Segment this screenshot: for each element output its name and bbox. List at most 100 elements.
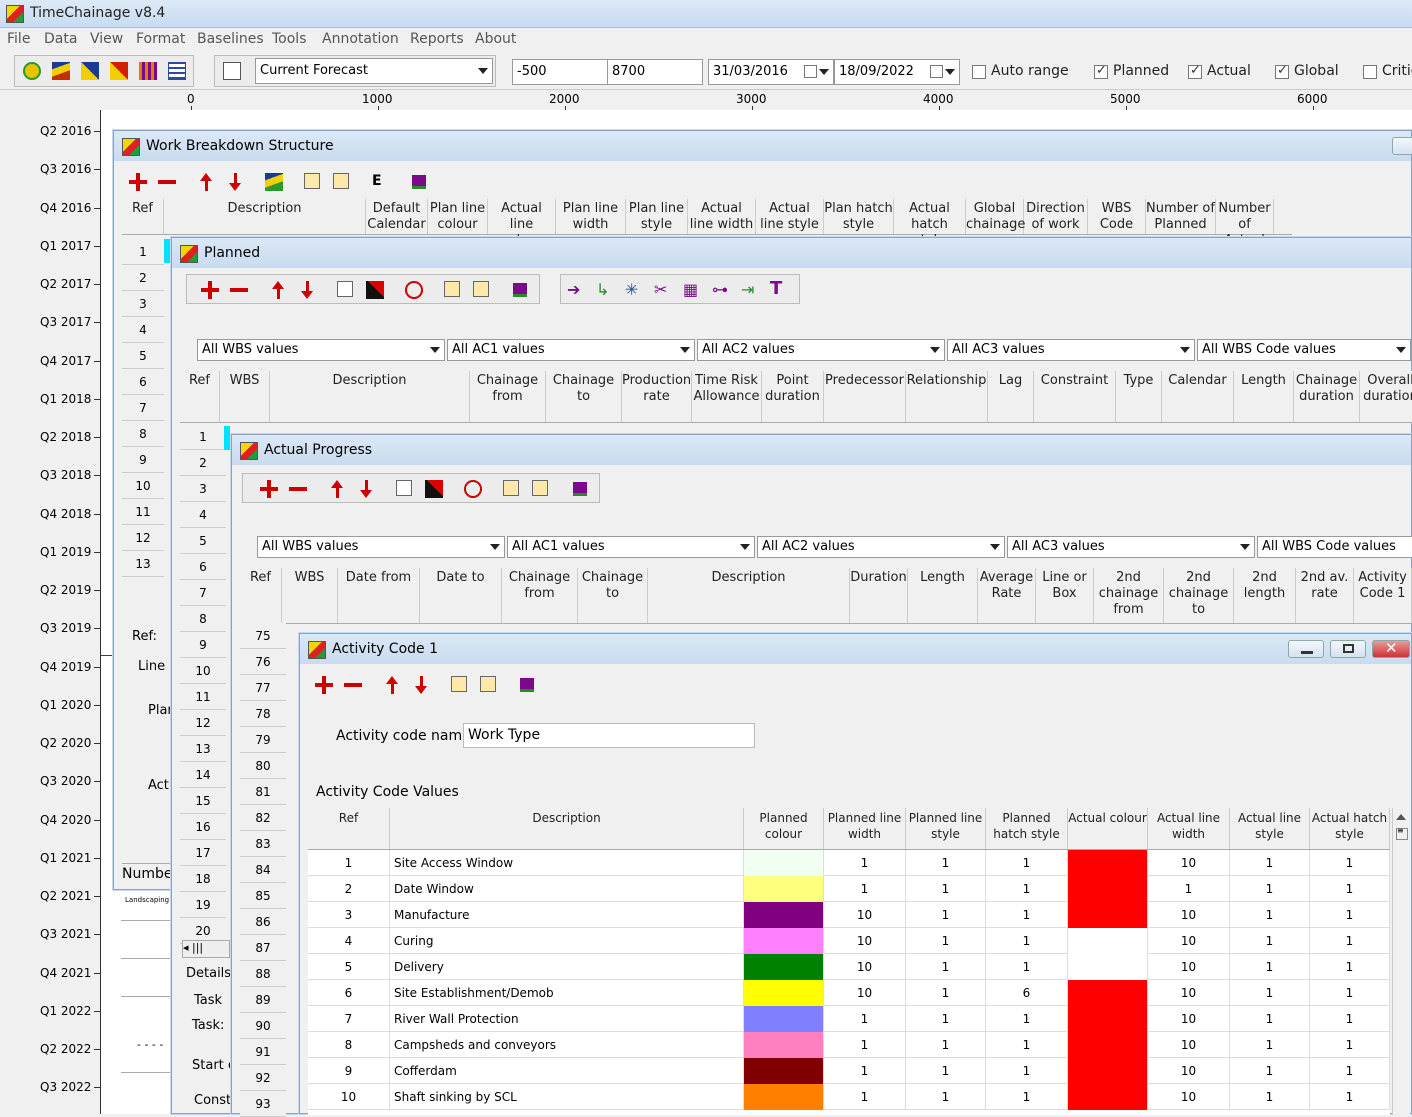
column-header[interactable]: Lag	[988, 371, 1034, 422]
row-header[interactable]: 9	[122, 447, 164, 473]
remove-icon[interactable]	[344, 676, 362, 694]
row-header[interactable]: 11	[180, 684, 226, 710]
ac-table-row[interactable]: 3 Manufacture 10 1 1 10 1 1	[308, 902, 1390, 928]
actual-colour-swatch[interactable]	[1068, 850, 1148, 876]
calendar-icon[interactable]	[168, 62, 186, 80]
ac-cell-ref[interactable]: 4	[308, 928, 390, 954]
filter-select[interactable]: All WBS values	[257, 536, 505, 558]
ac-cell-pw[interactable]: 1	[824, 1058, 906, 1084]
ac-cell-as[interactable]: 1	[1230, 1006, 1310, 1032]
ac-cell-ref[interactable]: 8	[308, 1032, 390, 1058]
copy-rows-icon[interactable]	[451, 676, 467, 692]
scroll-up-icon[interactable]	[1396, 814, 1406, 820]
row-header[interactable]: 85	[240, 883, 286, 909]
planned-colour-swatch[interactable]	[744, 980, 824, 1006]
row-header[interactable]: 13	[180, 736, 226, 762]
planned-colour-swatch[interactable]	[744, 1006, 824, 1032]
maximize-button[interactable]	[1330, 640, 1366, 658]
row-header[interactable]: 4	[180, 502, 226, 528]
ac-cell-aw[interactable]: 10	[1148, 1006, 1230, 1032]
column-header[interactable]: Ref	[240, 568, 282, 623]
arrow-right-icon[interactable]: ➔	[567, 280, 585, 299]
row-header[interactable]: 18	[180, 866, 226, 892]
remove-icon[interactable]	[158, 173, 176, 191]
ac-cell-ref[interactable]: 9	[308, 1058, 390, 1084]
actual-colour-swatch[interactable]	[1068, 928, 1148, 954]
ac-cell-ph[interactable]: 1	[986, 1006, 1068, 1032]
ac-cell-desc[interactable]: Shaft sinking by SCL	[390, 1084, 744, 1110]
indent-icon[interactable]: E	[372, 173, 390, 191]
move-up-icon[interactable]	[269, 281, 287, 299]
ac-cell-ah[interactable]: 1	[1310, 1058, 1390, 1084]
column-header[interactable]: 2nd chainage from	[1094, 568, 1164, 623]
ac-cell-aw[interactable]: 10	[1148, 1084, 1230, 1110]
global-checkbox[interactable]	[1275, 63, 1289, 79]
menu-item-reports[interactable]: Reports	[410, 31, 464, 47]
copy-rows-icon[interactable]	[503, 480, 519, 496]
column-header[interactable]: Chainage to	[546, 371, 622, 422]
move-down-icon[interactable]	[412, 676, 430, 694]
column-header[interactable]: Activity Code 1	[1354, 568, 1412, 623]
date-to-picker[interactable]: 18/09/2022	[834, 59, 960, 85]
row-header[interactable]: 3	[122, 291, 164, 317]
connector-icon[interactable]: ⊶	[712, 280, 730, 299]
column-header[interactable]: Ref	[122, 199, 164, 234]
ac-cell-ps[interactable]: 1	[906, 876, 986, 902]
column-header[interactable]: Predecessor	[824, 371, 906, 422]
format-icon[interactable]	[573, 482, 587, 496]
ac-cell-pw[interactable]: 10	[824, 954, 906, 980]
horizontal-scrollbar[interactable]: ◂ |||	[182, 940, 230, 958]
ac-cell-ph[interactable]: 1	[986, 1084, 1068, 1110]
column-header[interactable]: Description	[270, 371, 470, 422]
planned-titlebar[interactable]: Planned	[172, 238, 1411, 268]
copy-icon[interactable]	[337, 281, 353, 297]
filter-select[interactable]: All WBS values	[197, 339, 445, 361]
column-header[interactable]: Actual line colour	[488, 199, 556, 248]
ac-cell-ref[interactable]: 1	[308, 850, 390, 876]
ac-cell-desc[interactable]: Curing	[390, 928, 744, 954]
ac-cell-pw[interactable]: 1	[824, 1032, 906, 1058]
column-header[interactable]: Line or Box	[1036, 568, 1094, 623]
ac-cell-desc[interactable]: Site Access Window	[390, 850, 744, 876]
add-icon[interactable]	[260, 480, 278, 498]
range-from-input[interactable]: -500	[512, 59, 608, 85]
ac-cell-aw[interactable]: 10	[1148, 850, 1230, 876]
ac-cell-ps[interactable]: 1	[906, 1058, 986, 1084]
row-header[interactable]: 14	[180, 762, 226, 788]
ac-cell-ah[interactable]: 1	[1310, 954, 1390, 980]
column-header[interactable]: WBS	[220, 371, 270, 422]
column-header[interactable]: WBS	[282, 568, 338, 623]
row-header[interactable]: 82	[240, 805, 286, 831]
ac-column-header[interactable]: Description	[390, 808, 744, 849]
row-header[interactable]: 8	[180, 606, 226, 632]
ac-cell-ph[interactable]: 1	[986, 850, 1068, 876]
ac-cell-ah[interactable]: 1	[1310, 928, 1390, 954]
ac-cell-pw[interactable]: 10	[824, 980, 906, 1006]
planned-colour-swatch[interactable]	[744, 876, 824, 902]
ac-table-row[interactable]: 10 Shaft sinking by SCL 1 1 1 10 1 1	[308, 1084, 1390, 1110]
ac-cell-as[interactable]: 1	[1230, 928, 1310, 954]
actual-colour-swatch[interactable]	[1068, 1058, 1148, 1084]
format-icon[interactable]	[520, 678, 534, 692]
ac-cell-as[interactable]: 1	[1230, 902, 1310, 928]
row-header[interactable]: 93	[240, 1091, 286, 1117]
ac-table-row[interactable]: 6 Site Establishment/Demob 10 1 6 10 1 1	[308, 980, 1390, 1006]
ac-cell-ps[interactable]: 1	[906, 980, 986, 1006]
bars-icon[interactable]	[139, 62, 157, 80]
row-header[interactable]: 8	[122, 421, 164, 447]
column-header[interactable]: Direction of work	[1024, 199, 1088, 234]
column-header[interactable]: Actual line style	[756, 199, 824, 234]
scroll-thumb[interactable]: ≡	[1396, 827, 1408, 840]
row-header[interactable]: 6	[180, 554, 226, 580]
column-header[interactable]: Chainage duration	[1294, 371, 1360, 422]
actual-colour-swatch[interactable]	[1068, 954, 1148, 980]
add-icon[interactable]	[315, 676, 333, 694]
paste-rows-icon[interactable]	[480, 676, 496, 692]
row-header[interactable]: 79	[240, 727, 286, 753]
column-header[interactable]: Plan line colour	[428, 199, 488, 234]
ac-table-row[interactable]: 4 Curing 10 1 1 10 1 1	[308, 928, 1390, 954]
column-header[interactable]: Duration	[850, 568, 908, 623]
ac-cell-desc[interactable]: River Wall Protection	[390, 1006, 744, 1032]
row-header[interactable]: 13	[122, 551, 164, 577]
filter-select[interactable]: All WBS Code values	[1257, 536, 1412, 558]
